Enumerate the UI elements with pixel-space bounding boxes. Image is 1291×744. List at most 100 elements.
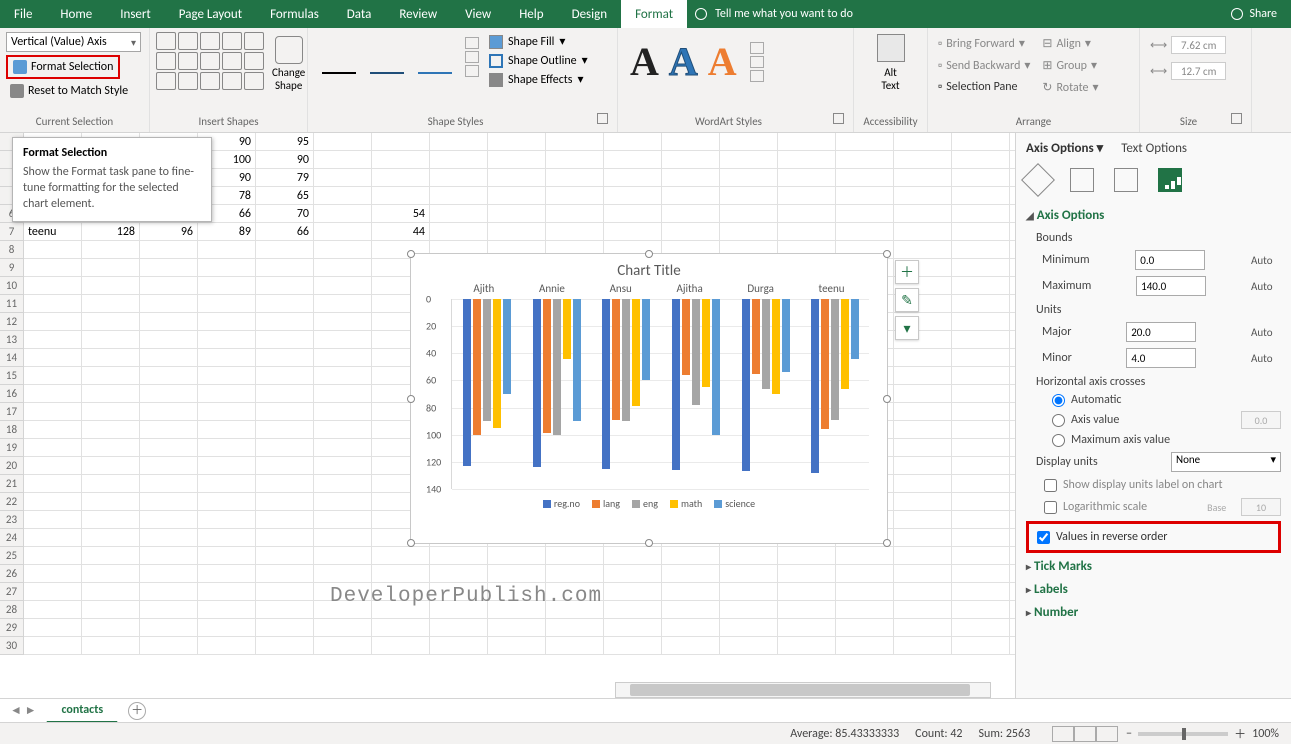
units-label: Units [1026, 299, 1281, 319]
resize-handle[interactable] [407, 539, 415, 547]
shape-gallery[interactable] [156, 32, 264, 90]
chart-elements-button[interactable]: ＋ [895, 260, 919, 284]
major-input[interactable] [1126, 322, 1196, 342]
major-auto[interactable]: Auto [1251, 326, 1281, 339]
horizontal-scrollbar[interactable] [615, 682, 991, 698]
reset-match-style-button[interactable]: Reset to Match Style [6, 82, 132, 100]
ribbon-body: Vertical (Value) Axis Format Selection R… [0, 28, 1291, 133]
group-wordart: AAA WordArt Styles [618, 28, 854, 132]
resize-handle[interactable] [645, 250, 653, 258]
max-auto[interactable]: Auto [1251, 280, 1281, 293]
cross-automatic[interactable]: Automatic [1026, 391, 1281, 409]
new-sheet-button[interactable]: ＋ [128, 702, 146, 720]
resize-handle[interactable] [883, 395, 891, 403]
shape-style-gallery[interactable] [314, 32, 483, 82]
cross-max[interactable]: Maximum axis value [1026, 431, 1281, 449]
wordart-gallery[interactable]: AAA [624, 32, 770, 91]
shape-effects-icon [489, 73, 503, 87]
plot-area[interactable]: 020406080100120140 [451, 299, 869, 489]
tab-page-layout[interactable]: Page Layout [165, 0, 256, 28]
show-units-label-checkbox[interactable]: Show display units label on chart [1026, 475, 1281, 495]
format-selection-button[interactable]: Format Selection [9, 58, 117, 76]
display-units-label: Display units [1036, 455, 1098, 469]
tell-me-search[interactable]: Tell me what you want to do [695, 7, 853, 21]
lightbulb-icon [695, 8, 707, 20]
ribbon-tab-bar: File Home Insert Page Layout Formulas Da… [0, 0, 1291, 28]
resize-handle[interactable] [883, 539, 891, 547]
send-backward-button[interactable]: ▫ Send Backward ▾ [936, 56, 1032, 75]
group-button[interactable]: ⊞ Group ▾ [1040, 56, 1100, 75]
axis-options-section[interactable]: Axis Options [1026, 204, 1281, 227]
resize-handle[interactable] [883, 250, 891, 258]
group-label: Shape Styles [314, 113, 597, 132]
bring-forward-button[interactable]: ▫ Bring Forward ▾ [936, 34, 1032, 53]
minor-auto[interactable]: Auto [1251, 352, 1281, 365]
tab-format[interactable]: Format [621, 0, 687, 28]
values-reverse-order-checkbox[interactable]: Values in reverse order [1033, 527, 1274, 547]
wordart-launcher[interactable] [833, 113, 844, 124]
chart-filters-button[interactable]: ▾ [895, 316, 919, 340]
shape-effects-button[interactable]: Shape Effects ▾ [489, 72, 588, 87]
cross-axis-value[interactable]: Axis value0.0 [1026, 409, 1281, 431]
view-buttons[interactable] [1052, 726, 1118, 742]
major-label: Major [1042, 325, 1071, 339]
tab-insert[interactable]: Insert [106, 0, 165, 28]
change-shape-button[interactable]: Change Shape [268, 32, 309, 96]
align-button[interactable]: ⊟ Align ▾ [1040, 34, 1100, 53]
tab-design[interactable]: Design [558, 0, 621, 28]
fill-line-icon[interactable] [1021, 163, 1055, 197]
group-label: WordArt Styles [624, 113, 833, 132]
chart-element-dropdown[interactable]: Vertical (Value) Axis [6, 32, 141, 52]
shape-fill-icon [489, 35, 503, 49]
number-section[interactable]: Number [1026, 601, 1281, 624]
rotate-button[interactable]: ↻ Rotate ▾ [1040, 78, 1100, 97]
tab-file[interactable]: File [0, 0, 46, 28]
hcross-label: Horizontal axis crosses [1026, 371, 1281, 391]
max-input[interactable] [1136, 276, 1206, 296]
max-label: Maximum [1042, 279, 1091, 293]
tab-help[interactable]: Help [505, 0, 557, 28]
min-input[interactable] [1135, 250, 1205, 270]
sheet-nav[interactable]: ◄ ► [0, 703, 46, 718]
chart-styles-button[interactable]: ✎ [895, 288, 919, 312]
group-label: Size [1146, 113, 1231, 132]
axis-options-icon[interactable] [1158, 168, 1182, 192]
size-launcher[interactable] [1231, 113, 1242, 124]
selection-pane-button[interactable]: ▫ Selection Pane [936, 78, 1032, 96]
chart-title[interactable]: Chart Title [411, 254, 887, 282]
resize-handle[interactable] [645, 539, 653, 547]
width-input[interactable]: ⟷12.7 cm [1148, 60, 1228, 82]
alt-text-button[interactable]: Alt Text [875, 32, 907, 94]
sheet-tab-contacts[interactable]: contacts [46, 698, 118, 723]
resize-handle[interactable] [407, 250, 415, 258]
share-button[interactable]: Share [1231, 7, 1277, 21]
min-auto[interactable]: Auto [1251, 254, 1281, 267]
tab-view[interactable]: View [451, 0, 505, 28]
text-options-tab[interactable]: Text Options [1121, 141, 1187, 156]
group-current-selection: Vertical (Value) Axis Format Selection R… [0, 28, 150, 132]
minor-input[interactable] [1126, 348, 1196, 368]
height-input[interactable]: ⟷7.62 cm [1148, 34, 1228, 56]
tick-marks-section[interactable]: Tick Marks [1026, 555, 1281, 578]
labels-section[interactable]: Labels [1026, 578, 1281, 601]
format-selection-tooltip: Format Selection Show the Format task pa… [12, 137, 212, 222]
status-average: Average: 85.43333333 [790, 727, 899, 741]
embedded-chart[interactable]: Chart Title AjithAnnieAnsuAjithaDurgatee… [410, 253, 888, 544]
chart-legend[interactable]: reg.nolangengmathscience [411, 489, 887, 510]
display-units-select[interactable]: None [1171, 452, 1281, 472]
shape-styles-launcher[interactable] [597, 113, 608, 124]
resize-handle[interactable] [407, 395, 415, 403]
tab-formulas[interactable]: Formulas [256, 0, 333, 28]
size-props-icon[interactable] [1114, 168, 1138, 192]
shape-outline-button[interactable]: Shape Outline ▾ [489, 53, 588, 68]
group-label: Current Selection [6, 113, 143, 132]
tab-home[interactable]: Home [46, 0, 106, 28]
tab-review[interactable]: Review [385, 0, 451, 28]
zoom-slider[interactable]: −＋ 100% [1126, 725, 1279, 742]
shape-fill-button[interactable]: Shape Fill ▾ [489, 34, 588, 49]
axis-options-tab[interactable]: Axis Options ▾ [1026, 141, 1103, 156]
effects-icon[interactable] [1070, 168, 1094, 192]
tab-data[interactable]: Data [333, 0, 386, 28]
group-label: Arrange [934, 113, 1133, 132]
log-scale-checkbox[interactable]: Logarithmic scaleBase 10 [1026, 495, 1281, 519]
